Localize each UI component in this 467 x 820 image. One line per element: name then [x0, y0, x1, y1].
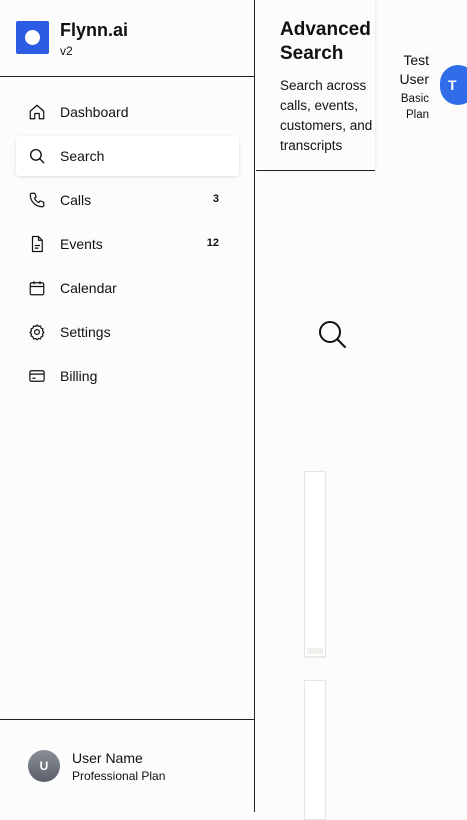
user-info: Test User Basic Plan	[389, 51, 429, 123]
page-header: Advanced Search Search across calls, eve…	[256, 0, 375, 171]
sidebar-item-events[interactable]: Events 12	[16, 224, 239, 264]
sidebar-item-label: Calls	[60, 192, 92, 208]
page-title: Advanced Search	[280, 19, 371, 64]
sidebar-item-calls[interactable]: Calls 3	[16, 180, 239, 220]
document-icon	[28, 235, 46, 253]
account-footer[interactable]: U User Name Professional Plan	[0, 719, 255, 812]
sidebar-item-label: Search	[60, 148, 105, 164]
sidebar-item-calendar[interactable]: Calendar	[16, 268, 239, 308]
user-plan: Basic Plan	[400, 93, 429, 121]
user-name: Test User	[399, 52, 429, 87]
page-subtitle: Search across calls, events, customers, …	[280, 78, 373, 153]
brand-version: v2	[60, 44, 73, 58]
calls-count-badge: 3	[212, 193, 219, 205]
user-avatar[interactable]: T	[440, 65, 467, 105]
credit-card-icon	[28, 367, 46, 385]
sidebar-item-label: Calendar	[60, 280, 117, 296]
sidebar-item-search[interactable]: Search	[16, 136, 239, 176]
sidebar-item-label: Dashboard	[60, 104, 129, 120]
placeholder-bar	[307, 648, 323, 654]
search-icon	[28, 147, 46, 165]
search-icon	[317, 319, 347, 349]
phone-icon	[28, 191, 46, 209]
brand-name: Flynn.ai	[60, 20, 129, 40]
sidebar-item-settings[interactable]: Settings	[16, 312, 239, 352]
account-name: User Name	[72, 750, 143, 766]
sidebar-item-billing[interactable]: Billing	[16, 356, 239, 396]
brand-logo	[16, 21, 49, 54]
sidebar-item-dashboard[interactable]: Dashboard	[16, 92, 239, 132]
account-avatar: U	[28, 750, 60, 782]
gear-icon	[28, 323, 46, 341]
logo-dot	[25, 30, 40, 45]
sidebar-item-label: Settings	[60, 324, 111, 340]
loading-placeholder	[304, 680, 326, 820]
brand-header: Flynn.ai v2	[0, 0, 255, 77]
sidebar-nav: Dashboard Search Calls 3 Events 12 Calen…	[16, 92, 239, 400]
calendar-icon	[28, 279, 46, 297]
loading-placeholder	[304, 471, 326, 657]
sidebar: Flynn.ai v2 Dashboard Search Calls 3 Eve…	[0, 0, 255, 812]
home-icon	[28, 103, 46, 121]
sidebar-item-label: Events	[60, 236, 103, 252]
account-plan: Professional Plan	[72, 769, 166, 783]
events-count-badge: 12	[206, 237, 219, 249]
sidebar-item-label: Billing	[60, 368, 98, 384]
